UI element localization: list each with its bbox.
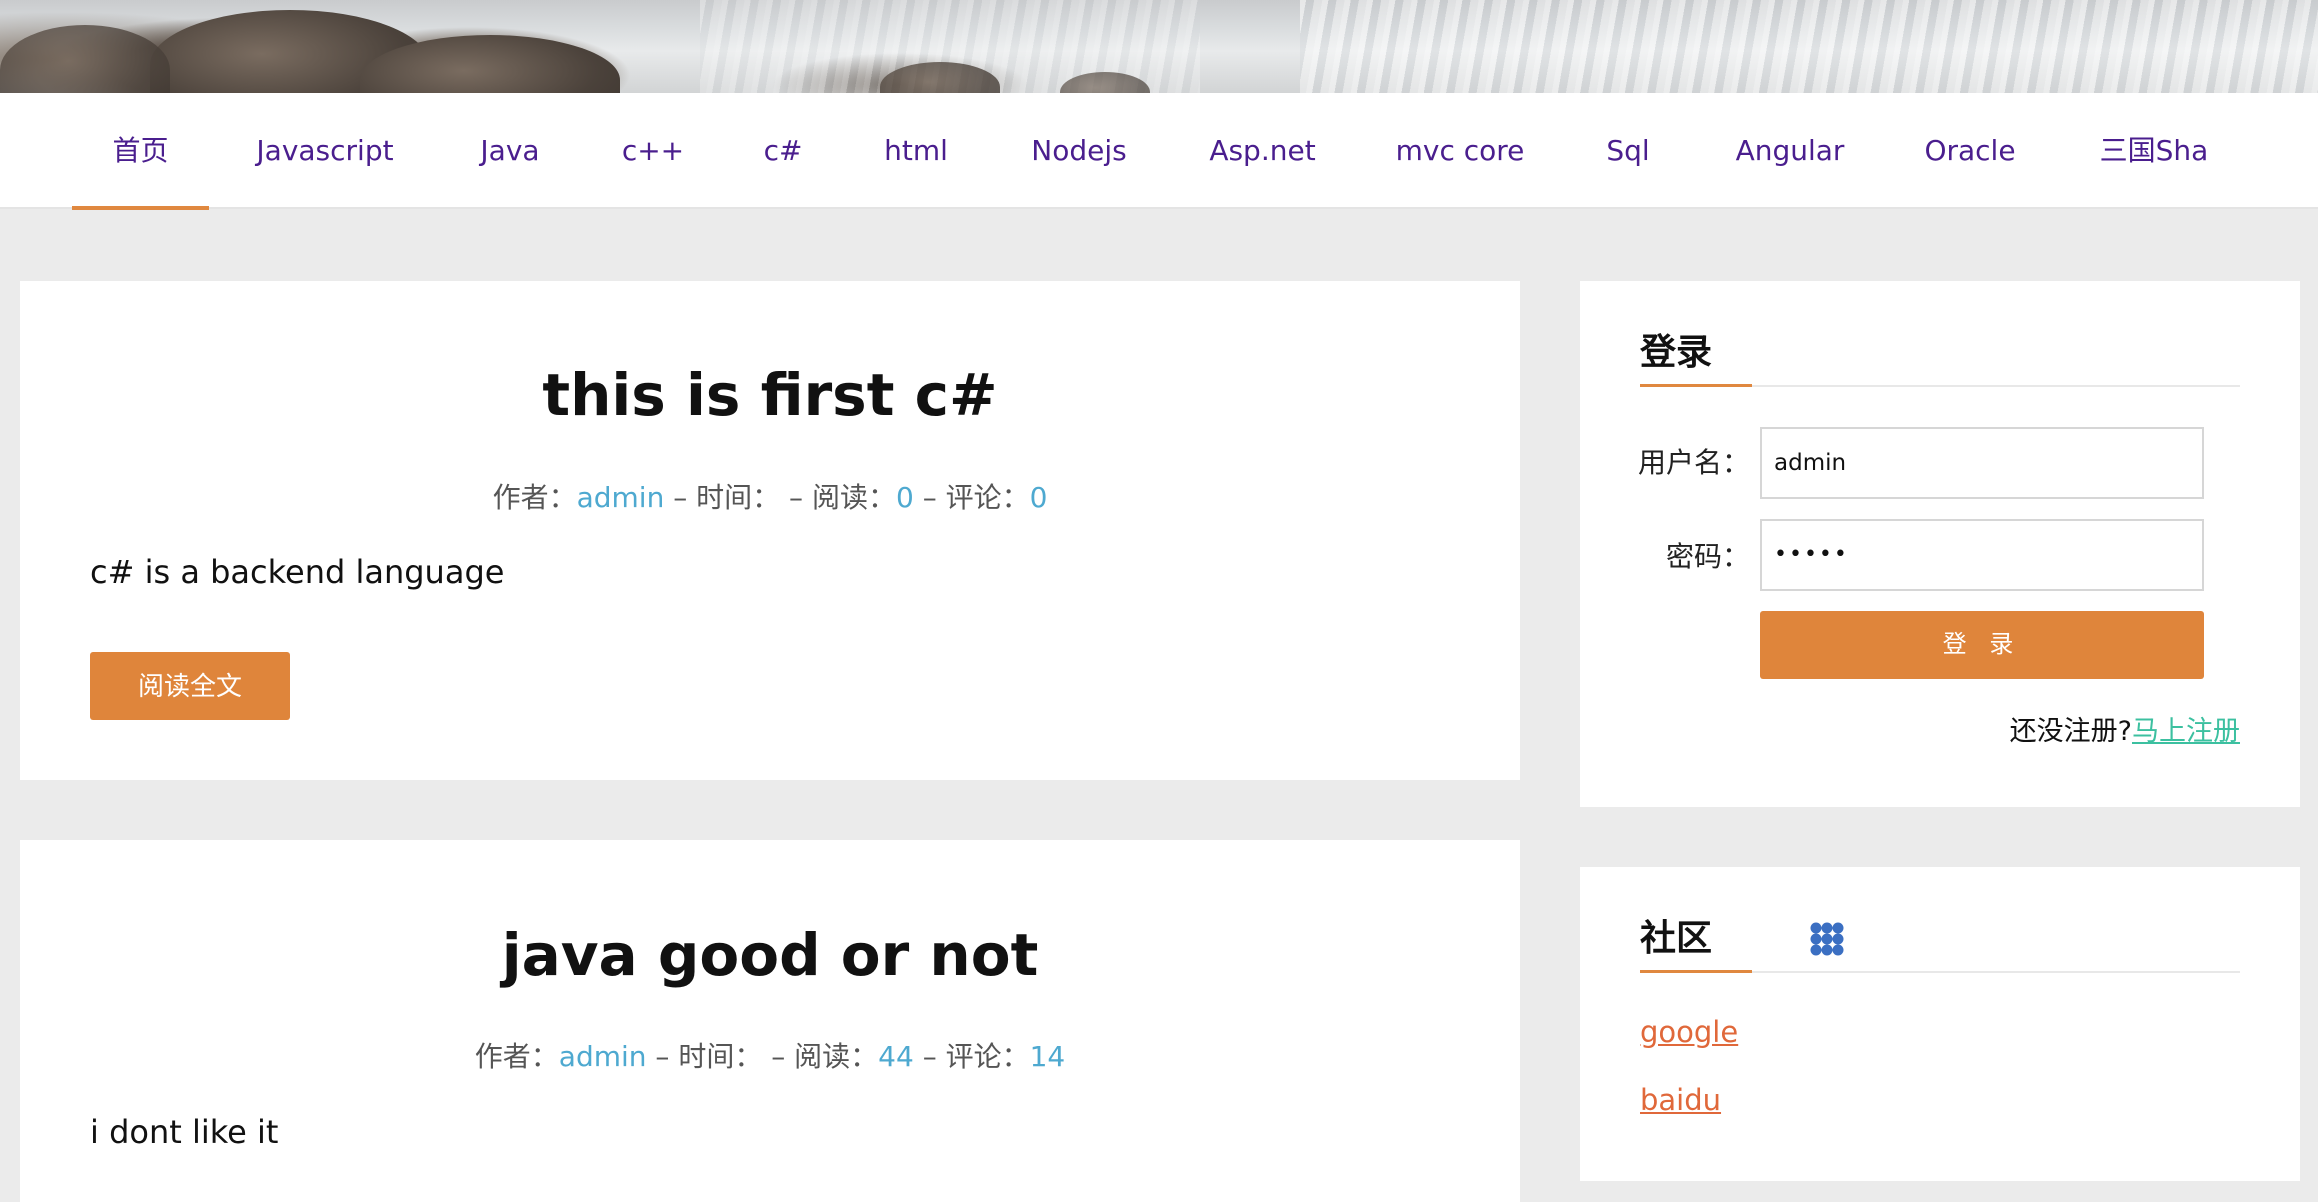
nav-item-sql[interactable]: Sql [1595, 93, 1661, 209]
comments-count: 14 [1029, 1040, 1066, 1073]
username-input[interactable] [1760, 427, 2204, 499]
time-label: – 时间： [655, 1040, 763, 1073]
article-title[interactable]: java good or not [20, 921, 1520, 989]
comments-count: 0 [1029, 481, 1048, 514]
nav-item-csharp[interactable]: c# [747, 93, 819, 209]
nav-item-html[interactable]: html [870, 93, 962, 209]
nav-item-javascript[interactable]: Javascript [240, 93, 410, 209]
nav-item-java[interactable]: Java [455, 93, 565, 209]
article-card: java good or not 作者：admin – 时间： – 阅读：44 … [20, 840, 1520, 1202]
title-accent [1640, 384, 1752, 387]
community-widget: 社区 google baidu [1580, 867, 2300, 1181]
reads-label: – 阅读： [789, 481, 896, 514]
header-banner-image [0, 0, 2318, 93]
username-label: 用户名： [1637, 446, 1750, 479]
article-title[interactable]: this is first c# [20, 361, 1520, 429]
comments-label: – 评论： [922, 481, 1030, 514]
article-summary: i dont like it [90, 1113, 279, 1151]
nav-item-nodejs[interactable]: Nodejs [1020, 93, 1138, 209]
article-summary: c# is a backend language [90, 553, 505, 591]
community-icon [1810, 922, 1844, 956]
author-label: 作者： [492, 481, 577, 514]
community-title: 社区 [1640, 918, 1713, 959]
nav-active-indicator [72, 206, 209, 210]
article-meta: 作者：admin – 时间： – 阅读：0 – 评论：0 [20, 476, 1520, 516]
register-prompt: 还没注册?马上注册 [2010, 709, 2240, 748]
password-input[interactable]: ••••• [1760, 519, 2204, 591]
title-accent [1640, 970, 1752, 973]
login-title: 登录 [1640, 332, 1713, 373]
community-link-google[interactable]: google [1640, 1015, 1738, 1049]
nav-item-cpp[interactable]: c++ [608, 93, 698, 209]
author-link[interactable]: admin [577, 481, 665, 514]
reads-label: – 阅读： [771, 1040, 879, 1073]
main-nav: 首页 Javascript Java c++ c# html Nodejs As… [0, 93, 2318, 209]
author-label: 作者： [474, 1040, 559, 1073]
login-button[interactable]: 登 录 [1760, 611, 2204, 679]
article-meta: 作者：admin – 时间： – 阅读：44 – 评论：14 [20, 1035, 1520, 1075]
login-widget: 登录 用户名： 密码： ••••• 登 录 还没注册?马上注册 [1580, 281, 2300, 807]
comments-label: – 评论： [922, 1040, 1030, 1073]
nav-item-angular[interactable]: Angular [1725, 93, 1855, 209]
nav-item-aspnet[interactable]: Asp.net [1195, 93, 1330, 209]
community-link-baidu[interactable]: baidu [1640, 1083, 1721, 1117]
author-link[interactable]: admin [559, 1040, 647, 1073]
nav-item-mvc-core[interactable]: mvc core [1385, 93, 1535, 209]
register-link[interactable]: 马上注册 [2132, 716, 2240, 747]
register-prompt-text: 还没注册? [2009, 716, 2132, 747]
reads-count: 0 [895, 481, 914, 514]
time-label: – 时间： [673, 481, 781, 514]
read-more-button[interactable]: 阅读全文 [90, 652, 290, 720]
nav-item-home[interactable]: 首页 [72, 93, 209, 209]
nav-item-sanguosha[interactable]: 三国Sha [2085, 93, 2223, 209]
password-label: 密码： [1665, 540, 1750, 573]
article-card: this is first c# 作者：admin – 时间： – 阅读：0 –… [20, 281, 1520, 780]
nav-item-oracle[interactable]: Oracle [1915, 93, 2025, 209]
reads-count: 44 [878, 1040, 914, 1073]
